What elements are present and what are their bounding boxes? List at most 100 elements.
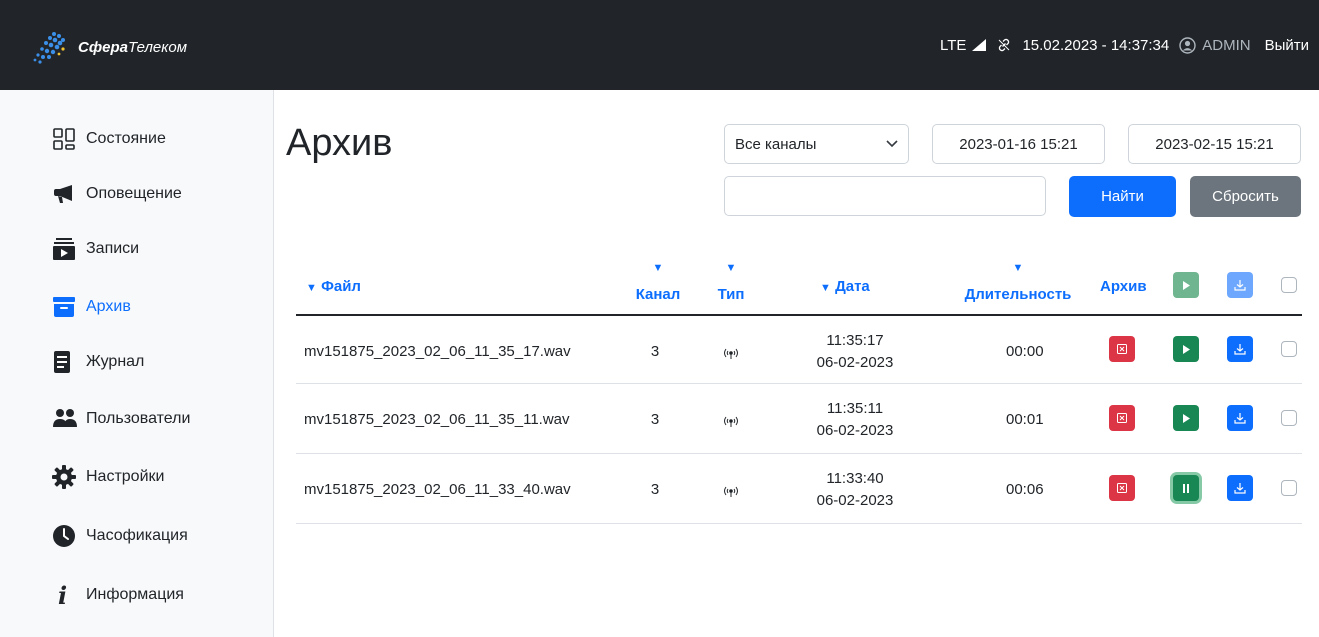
cell-file: mv151875_2023_02_06_11_35_17.wav [304, 343, 571, 360]
sidebar-item-label: Журнал [86, 353, 145, 370]
user-name: ADMIN [1202, 36, 1251, 54]
header-label: Длительность [964, 286, 1072, 303]
sidebar-item-status[interactable]: Состояние [52, 124, 166, 154]
megaphone-icon [52, 182, 86, 206]
row-checkbox[interactable] [1281, 341, 1297, 357]
cell-date: 11:35:17 06-02-2023 [790, 330, 920, 374]
download-button[interactable] [1227, 475, 1253, 501]
sidebar-item-users[interactable]: Пользователи [52, 404, 190, 434]
brand[interactable]: СфераТелеком [30, 26, 187, 68]
cell-day: 06-02-2023 [816, 354, 894, 371]
cell-day: 06-02-2023 [816, 422, 894, 439]
select-all-checkbox[interactable] [1281, 277, 1297, 293]
page-title: Архив [286, 122, 393, 164]
header-label: Дата [835, 278, 870, 295]
download-icon [1234, 483, 1246, 494]
cell-file: mv151875_2023_02_06_11_33_40.wav [304, 481, 571, 498]
header-label: Тип [717, 286, 745, 303]
header-label: Канал [635, 286, 681, 303]
playlist-icon [52, 237, 86, 261]
sidebar-item-clocks[interactable]: Часофикация [52, 521, 188, 551]
logout-link[interactable]: Выйти [1265, 37, 1309, 54]
link-icon [999, 38, 1010, 52]
channel-select[interactable]: Все каналы [724, 124, 909, 164]
column-header-channel[interactable]: ▼ Канал [632, 262, 684, 303]
row-checkbox[interactable] [1281, 480, 1297, 496]
download-button[interactable] [1227, 336, 1253, 362]
play-all-button[interactable] [1173, 272, 1199, 298]
sidebar-item-alerts[interactable]: Оповещение [52, 179, 182, 209]
download-icon [1234, 344, 1246, 355]
download-button[interactable] [1227, 405, 1253, 431]
reset-button[interactable]: Сбросить [1190, 176, 1301, 217]
sidebar-item-label: Часофикация [86, 527, 188, 544]
row-divider [296, 453, 1302, 454]
radio-icon [724, 486, 738, 497]
sidebar-item-label: Записи [86, 240, 140, 257]
sidebar: Состояние Оповещение Записи Архив Журнал… [0, 90, 274, 637]
trash-icon [1117, 413, 1127, 423]
sidebar-item-archive[interactable]: Архив [52, 292, 131, 322]
chevron-down-icon [886, 140, 898, 148]
pause-button[interactable] [1173, 475, 1199, 501]
sidebar-item-label: Состояние [86, 130, 166, 147]
sidebar-item-settings[interactable]: Настройки [52, 462, 164, 492]
sidebar-item-journal[interactable]: Журнал [52, 347, 144, 377]
cell-duration: 00:01 [1006, 411, 1044, 428]
archive-icon [52, 295, 86, 319]
cell-file: mv151875_2023_02_06_11_35_11.wav [304, 411, 570, 428]
sidebar-item-label: Настройки [86, 468, 165, 485]
cell-channel: 3 [650, 343, 660, 360]
sidebar-item-label: Информация [86, 586, 184, 603]
sidebar-item-label: Оповещение [86, 185, 182, 202]
delete-button[interactable] [1109, 336, 1135, 362]
trash-icon [1117, 344, 1127, 354]
cell-date: 11:35:11 06-02-2023 [790, 398, 920, 442]
download-icon [1234, 413, 1246, 424]
row-divider [296, 383, 1302, 384]
play-button[interactable] [1173, 405, 1199, 431]
play-icon [1183, 413, 1190, 423]
row-checkbox[interactable] [1281, 410, 1297, 426]
cell-time: 11:35:17 [826, 332, 884, 349]
sidebar-item-label: Пользователи [86, 410, 191, 427]
cell-date: 11:33:40 06-02-2023 [790, 468, 920, 512]
column-header-file[interactable]: ▼ Файл [306, 278, 361, 295]
delete-button[interactable] [1109, 475, 1135, 501]
sidebar-item-info[interactable]: i Информация [52, 580, 184, 610]
column-header-date[interactable]: ▼ Дата [820, 278, 870, 295]
user-menu[interactable]: ADMIN [1179, 36, 1251, 54]
sidebar-item-label: Архив [86, 298, 131, 315]
sidebar-item-records[interactable]: Записи [52, 234, 139, 264]
column-header-archive: Архив [1100, 278, 1147, 295]
date-to-input[interactable]: 2023-02-15 15:21 [1128, 124, 1301, 164]
datetime: 15.02.2023 - 14:37:34 [1022, 36, 1170, 54]
top-bar: СфераТелеком LTE 15.02.2023 - 14:37:34 A… [0, 0, 1319, 90]
play-icon [1183, 280, 1190, 290]
cell-channel: 3 [650, 481, 660, 498]
sort-caret-icon: ▼ [820, 282, 831, 294]
users-icon [52, 407, 86, 431]
sort-caret-icon: ▼ [725, 262, 737, 274]
cell-time: 11:33:40 [826, 470, 884, 487]
play-icon [1183, 344, 1190, 354]
cell-duration: 00:00 [1006, 343, 1044, 360]
grid-icon [52, 127, 86, 151]
date-from-input[interactable]: 2023-01-16 15:21 [932, 124, 1105, 164]
info-icon: i [58, 580, 68, 610]
delete-button[interactable] [1109, 405, 1135, 431]
radio-icon [724, 416, 738, 427]
cell-duration: 00:06 [1006, 481, 1044, 498]
column-header-duration[interactable]: ▼ Длительность [954, 262, 1082, 303]
trash-icon [1117, 483, 1127, 493]
sort-caret-icon: ▼ [1012, 262, 1024, 274]
column-header-type[interactable]: ▼ Тип [713, 262, 749, 303]
cell-channel: 3 [650, 411, 660, 428]
signal-icon [972, 39, 987, 51]
play-button[interactable] [1173, 336, 1199, 362]
download-all-button[interactable] [1227, 272, 1253, 298]
channel-select-value: Все каналы [735, 135, 817, 153]
row-divider [296, 523, 1302, 524]
find-button[interactable]: Найти [1069, 176, 1176, 217]
search-input[interactable] [724, 176, 1046, 216]
